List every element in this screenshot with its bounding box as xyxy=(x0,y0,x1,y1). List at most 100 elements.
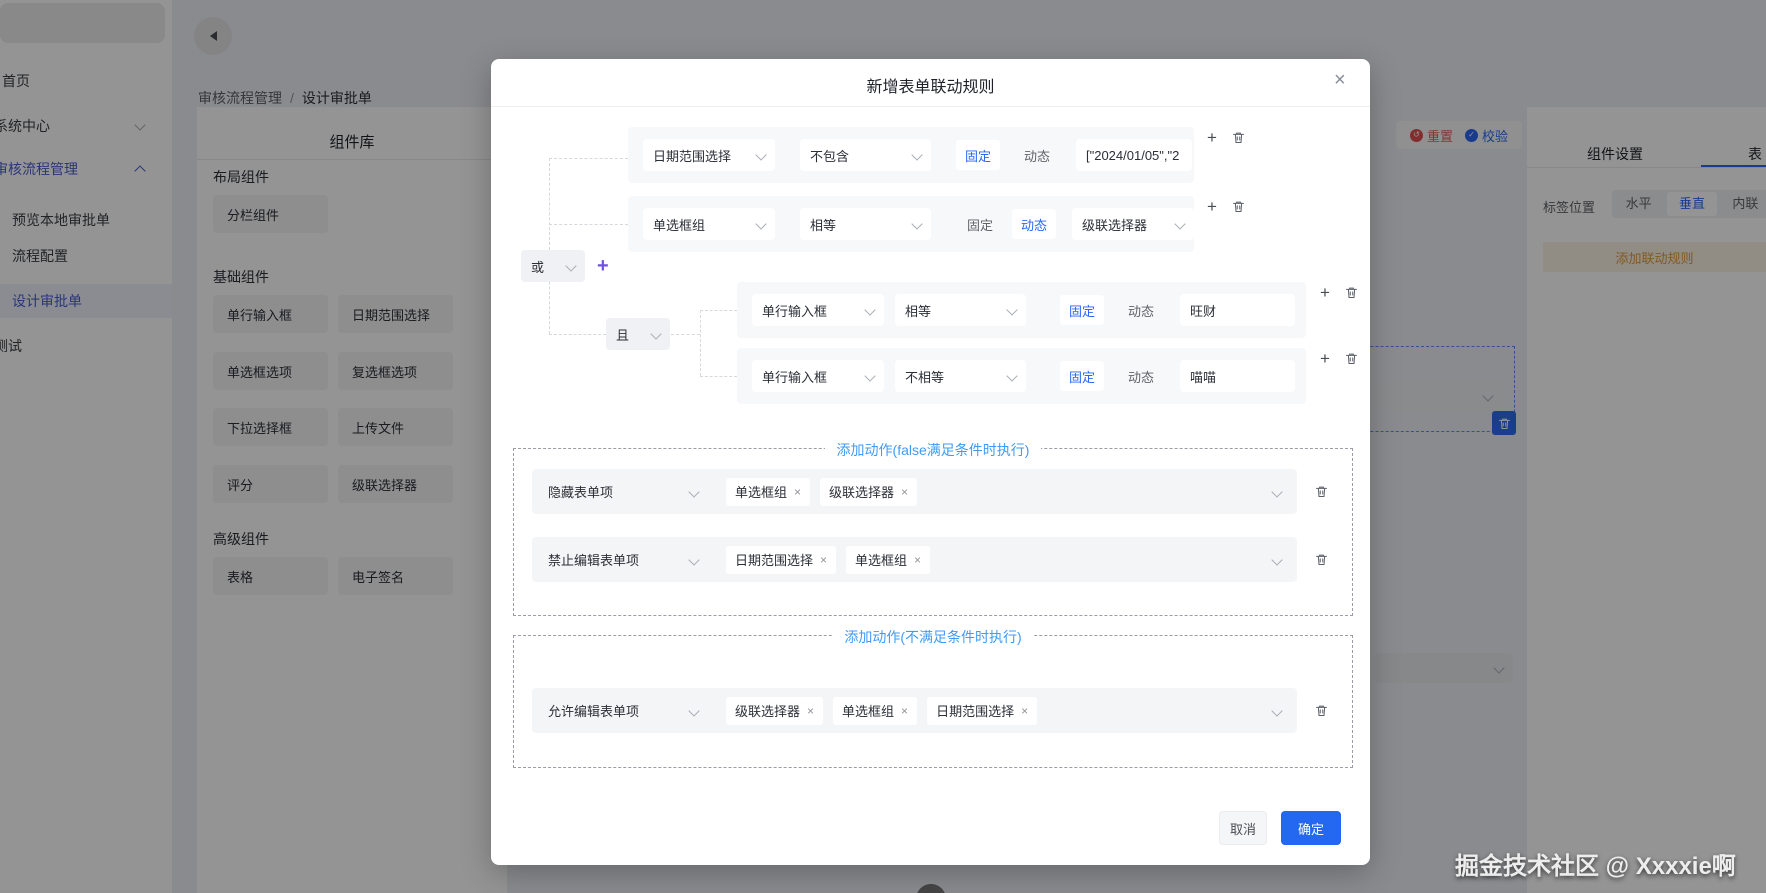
condition-operator-select[interactable]: 不包含 xyxy=(800,139,931,171)
condition-field-select[interactable]: 单行输入框 xyxy=(752,294,884,326)
target-tag: 单选框组 × xyxy=(833,696,918,725)
tag-remove-icon[interactable]: × xyxy=(901,485,908,499)
mode-dynamic-toggle[interactable]: 动态 xyxy=(1012,209,1056,239)
actions-section-title: 添加动作(false满足条件时执行) xyxy=(514,440,1352,460)
add-condition-icon[interactable]: + xyxy=(1320,350,1330,367)
condition-value-select[interactable]: 级联选择器 xyxy=(1072,208,1194,240)
chevron-down-icon xyxy=(688,553,700,566)
actions-section-false: 添加动作(false满足条件时执行) 隐藏表单项 单选框组 × 级联选择器 × 禁止… xyxy=(513,442,1353,616)
add-linkage-rule-modal: 新增表单联动规则 × 或 + 且 日期范围选择 不包含 固定 动态 ["2024… xyxy=(491,59,1370,865)
condition-value-input[interactable]: 喵喵 xyxy=(1180,360,1295,392)
action-type-select[interactable]: 允许编辑表单项 xyxy=(548,701,700,720)
tree-connector xyxy=(549,224,628,225)
close-icon[interactable]: × xyxy=(1334,70,1346,90)
condition-row-3: 单行输入框 相等 固定 动态 旺财 xyxy=(737,282,1306,338)
condition-row-4: 单行输入框 不相等 固定 动态 喵喵 xyxy=(737,348,1306,404)
condition-operator-select[interactable]: 不相等 xyxy=(895,360,1026,392)
delete-condition-icon[interactable] xyxy=(1231,130,1246,145)
tag-remove-icon[interactable]: × xyxy=(1021,704,1028,718)
field-value: 单行输入框 xyxy=(762,369,828,385)
chevron-down-icon xyxy=(1006,304,1018,316)
operator-value: 不相等 xyxy=(905,369,945,385)
operator-value: 相等 xyxy=(810,217,837,233)
cancel-button[interactable]: 取消 xyxy=(1219,811,1267,845)
delete-condition-icon[interactable] xyxy=(1344,285,1359,300)
action-type-select[interactable]: 禁止编辑表单项 xyxy=(548,550,700,569)
target-tag: 日期范围选择 × xyxy=(927,696,1038,725)
tree-connector xyxy=(549,158,628,159)
condition-operator-select[interactable]: 相等 xyxy=(800,208,931,240)
add-condition-group-button[interactable]: + xyxy=(597,256,609,276)
chevron-down-icon xyxy=(755,149,767,161)
value: 级联选择器 xyxy=(1082,217,1148,233)
tag-remove-icon[interactable]: × xyxy=(807,704,814,718)
action-row: 隐藏表单项 单选框组 × 级联选择器 × xyxy=(532,469,1297,514)
condition-field-select[interactable]: 单行输入框 xyxy=(752,360,884,392)
actions-section-title: 添加动作(不满足条件时执行) xyxy=(514,627,1352,647)
chevron-down-icon xyxy=(565,260,577,272)
app-root: 首页 系统中心 审核流程管理 预览本地审批单 流程配置 设计审批单 测试 审核流… xyxy=(0,0,1766,893)
row-actions: + xyxy=(1207,198,1246,215)
add-condition-icon[interactable]: + xyxy=(1320,284,1330,301)
tree-connector xyxy=(700,310,737,311)
target-tag: 日期范围选择 × xyxy=(726,545,837,574)
target-tag: 单选框组 × xyxy=(726,477,811,506)
mode-dynamic-toggle[interactable]: 动态 xyxy=(1015,140,1059,170)
row-actions: + xyxy=(1320,284,1359,301)
chevron-down-icon xyxy=(1006,370,1018,382)
chevron-down-icon xyxy=(911,149,923,161)
chevron-down-icon xyxy=(688,704,700,717)
delete-action-icon[interactable] xyxy=(1314,484,1329,499)
chevron-down-icon xyxy=(1271,485,1283,498)
chevron-down-icon xyxy=(755,218,767,230)
row-actions: + xyxy=(1320,350,1359,367)
tree-connector xyxy=(549,334,606,335)
condition-value-input[interactable]: 旺财 xyxy=(1180,294,1295,326)
tree-connector xyxy=(700,310,701,376)
confirm-button[interactable]: 确定 xyxy=(1281,811,1341,845)
mode-dynamic-toggle[interactable]: 动态 xyxy=(1119,295,1163,325)
delete-action-icon[interactable] xyxy=(1314,552,1329,567)
tag-remove-icon[interactable]: × xyxy=(820,553,827,567)
tree-connector xyxy=(700,376,737,377)
condition-row-1: 日期范围选择 不包含 固定 动态 ["2024/01/05","2 xyxy=(628,127,1194,183)
field-value: 单行输入框 xyxy=(762,303,828,319)
action-type-select[interactable]: 隐藏表单项 xyxy=(548,482,700,501)
delete-condition-icon[interactable] xyxy=(1344,351,1359,366)
action-row: 禁止编辑表单项 日期范围选择 × 单选框组 × xyxy=(532,537,1297,582)
add-condition-icon[interactable]: + xyxy=(1207,129,1217,146)
logic-and-select[interactable]: 且 xyxy=(606,318,670,350)
condition-row-2: 单选框组 相等 固定 动态 级联选择器 xyxy=(628,196,1194,252)
modal-title: 新增表单联动规则 xyxy=(866,79,995,96)
mode-fixed-toggle[interactable]: 固定 xyxy=(1060,295,1104,325)
chevron-down-icon xyxy=(864,370,876,382)
chevron-down-icon xyxy=(1271,553,1283,566)
add-condition-icon[interactable]: + xyxy=(1207,198,1217,215)
delete-action-icon[interactable] xyxy=(1314,703,1329,718)
field-value: 日期范围选择 xyxy=(653,148,732,164)
target-tag: 级联选择器 × xyxy=(726,696,824,725)
condition-field-select[interactable]: 单选框组 xyxy=(643,208,775,240)
chevron-down-icon xyxy=(688,485,700,498)
chevron-down-icon xyxy=(650,328,662,340)
mode-dynamic-toggle[interactable]: 动态 xyxy=(1119,361,1163,391)
tag-remove-icon[interactable]: × xyxy=(914,553,921,567)
logic-or-select[interactable]: 或 xyxy=(521,250,585,282)
mode-fixed-toggle[interactable]: 固定 xyxy=(956,140,1000,170)
target-tag: 单选框组 × xyxy=(846,545,931,574)
condition-operator-select[interactable]: 相等 xyxy=(895,294,1026,326)
row-actions: + xyxy=(1207,129,1246,146)
chevron-down-icon xyxy=(1174,218,1186,230)
chevron-down-icon xyxy=(1271,704,1283,717)
chevron-down-icon xyxy=(864,304,876,316)
condition-value-input[interactable]: ["2024/01/05","2 xyxy=(1076,139,1192,171)
delete-condition-icon[interactable] xyxy=(1231,199,1246,214)
target-tag: 级联选择器 × xyxy=(820,477,918,506)
tag-remove-icon[interactable]: × xyxy=(794,485,801,499)
condition-field-select[interactable]: 日期范围选择 xyxy=(643,139,775,171)
mode-fixed-toggle[interactable]: 固定 xyxy=(1060,361,1104,391)
tree-connector xyxy=(671,334,700,335)
tag-remove-icon[interactable]: × xyxy=(901,704,908,718)
action-row: 允许编辑表单项 级联选择器 × 单选框组 × 日期范围选择 × xyxy=(532,688,1297,733)
mode-fixed-toggle[interactable]: 固定 xyxy=(958,209,1002,239)
